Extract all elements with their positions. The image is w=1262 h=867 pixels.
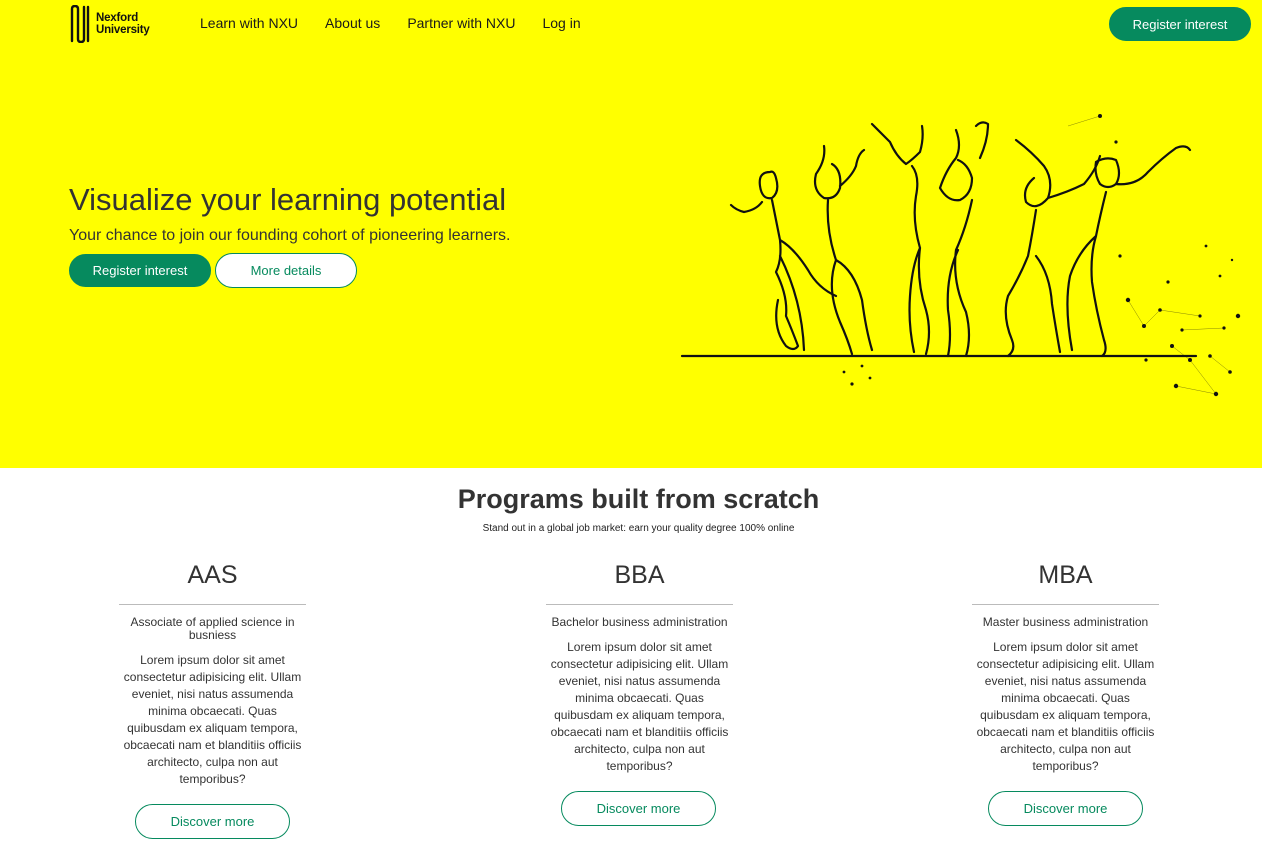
- program-card-mba: MBA Master business administration Lorem…: [972, 560, 1159, 775]
- program-name: Bachelor business administration: [551, 615, 728, 629]
- nav-about-us[interactable]: About us: [325, 15, 380, 32]
- more-details-button[interactable]: More details: [215, 253, 357, 288]
- programs-subtitle: Stand out in a global job market: earn y…: [482, 523, 795, 534]
- program-name: Associate of applied science in busniess: [130, 615, 295, 642]
- hero-register-button[interactable]: Register interest: [69, 254, 211, 287]
- program-card-bba: BBA Bachelor business administration Lor…: [546, 560, 733, 775]
- program-code: AAS: [187, 561, 238, 589]
- discover-more-button-mba[interactable]: Discover more: [988, 791, 1143, 826]
- logo-line-2: University: [96, 24, 150, 36]
- nexford-logo[interactable]: Nexford University: [69, 5, 150, 43]
- nexford-mark-icon: [70, 5, 90, 43]
- program-description: Lorem ipsum dolor sit amet consectetur a…: [123, 653, 302, 786]
- program-code: BBA: [614, 561, 665, 589]
- program-description: Lorem ipsum dolor sit amet consectetur a…: [550, 640, 729, 773]
- programs-title: Programs built from scratch: [457, 484, 820, 514]
- nav-partner-with-nxu[interactable]: Partner with NXU: [407, 15, 515, 32]
- nav-log-in[interactable]: Log in: [542, 15, 580, 32]
- discover-more-button-aas[interactable]: Discover more: [135, 804, 290, 839]
- divider: [972, 604, 1159, 605]
- celebrating-people-illustration: [680, 114, 1241, 397]
- header-register-button[interactable]: Register interest: [1109, 7, 1251, 41]
- hero-subtitle: Your chance to join our founding cohort …: [69, 227, 511, 244]
- divider: [546, 604, 733, 605]
- discover-more-button-bba[interactable]: Discover more: [561, 791, 716, 826]
- nav-learn-with-nxu[interactable]: Learn with NXU: [200, 15, 298, 32]
- divider: [119, 604, 306, 605]
- program-code: MBA: [1038, 561, 1093, 589]
- logo-line-1: Nexford: [96, 12, 139, 24]
- logo-wordmark: Nexford University: [96, 12, 150, 36]
- hero-title: Visualize your learning potential: [69, 182, 507, 217]
- program-card-aas: AAS Associate of applied science in busn…: [119, 560, 306, 788]
- program-description: Lorem ipsum dolor sit amet consectetur a…: [976, 640, 1155, 773]
- hero-section: Nexford University Learn with NXU About …: [0, 0, 1262, 468]
- program-name: Master business administration: [982, 615, 1149, 629]
- main-nav: Learn with NXU About us Partner with NXU…: [200, 15, 608, 32]
